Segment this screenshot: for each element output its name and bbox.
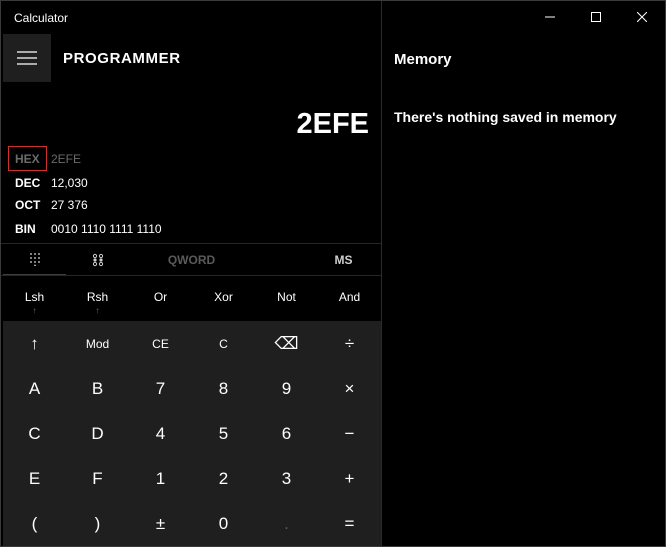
- key-f[interactable]: F: [66, 456, 129, 501]
- key-b[interactable]: B: [66, 366, 129, 411]
- pane-divider: [381, 1, 382, 546]
- bitop-label: Or: [153, 290, 168, 304]
- close-button[interactable]: [619, 1, 665, 33]
- clear-button[interactable]: C: [192, 321, 255, 366]
- key-c[interactable]: C: [3, 411, 66, 456]
- radix-bin[interactable]: BIN 0010 1110 1111 1110: [15, 219, 162, 239]
- key-d[interactable]: D: [66, 411, 129, 456]
- memory-empty-message: There's nothing saved in memory: [394, 109, 617, 125]
- app-title: Calculator: [14, 11, 69, 25]
- xor-button[interactable]: Xor: [192, 282, 255, 320]
- key-a[interactable]: A: [3, 366, 66, 411]
- keypad: ↑ Mod CE C ⌫ ÷ A B 7 8 9 × C D 4 5 6 − E…: [3, 321, 381, 546]
- key-3[interactable]: 3: [255, 456, 318, 501]
- backspace-button[interactable]: ⌫: [255, 321, 318, 366]
- mode-title: PROGRAMMER: [63, 50, 181, 67]
- key-1[interactable]: 1: [129, 456, 192, 501]
- and-button[interactable]: And: [318, 282, 381, 320]
- keypad-dots-icon: [29, 253, 40, 266]
- key-9[interactable]: 9: [255, 366, 318, 411]
- radix-value: 27 376: [51, 198, 88, 212]
- radix-label: DEC: [15, 176, 41, 190]
- key-7[interactable]: 7: [129, 366, 192, 411]
- lsh-button[interactable]: Lsh ↑: [3, 282, 66, 320]
- close-paren-button[interactable]: ): [66, 501, 129, 546]
- hamburger-icon: [17, 51, 37, 65]
- title-bar: Calculator: [1, 1, 665, 33]
- open-paren-button[interactable]: (: [3, 501, 66, 546]
- minimize-icon: [545, 16, 555, 18]
- result-display: 2EFE: [296, 108, 369, 140]
- memory-store-button[interactable]: MS: [306, 244, 381, 276]
- navigation-menu-button[interactable]: [3, 34, 51, 82]
- key-4[interactable]: 4: [129, 411, 192, 456]
- equals-button[interactable]: =: [318, 501, 381, 546]
- clear-entry-button[interactable]: CE: [129, 321, 192, 366]
- calculator-pane: PROGRAMMER 2EFE HEX 2EFE DEC 12,030 OCT …: [1, 33, 381, 546]
- radix-value: 12,030: [51, 176, 88, 190]
- shift-up-icon: ↑: [95, 306, 100, 315]
- maximize-icon: [591, 12, 601, 22]
- key-2[interactable]: 2: [192, 456, 255, 501]
- radix-oct[interactable]: OCT 27 376: [15, 195, 88, 215]
- key-5[interactable]: 5: [192, 411, 255, 456]
- memory-title: Memory: [394, 51, 452, 68]
- maximize-button[interactable]: [573, 1, 619, 33]
- radix-dec[interactable]: DEC 12,030: [15, 173, 88, 193]
- bitwise-operators: Lsh ↑ Rsh ↑ Or Xor Not And: [3, 282, 381, 320]
- radix-hex[interactable]: HEX 2EFE: [15, 149, 81, 169]
- multiply-button[interactable]: ×: [318, 366, 381, 411]
- bitop-label: And: [338, 290, 361, 304]
- toolbar-divider: [1, 275, 381, 276]
- bit-toggling-tab[interactable]: [66, 244, 129, 276]
- bitop-label: Lsh: [24, 290, 45, 304]
- radix-label: OCT: [15, 198, 41, 212]
- divide-button[interactable]: ÷: [318, 321, 381, 366]
- full-keypad-tab[interactable]: [3, 244, 66, 276]
- or-button[interactable]: Or: [129, 282, 192, 320]
- shift-up-icon: ↑: [32, 306, 37, 315]
- key-e[interactable]: E: [3, 456, 66, 501]
- bit-toggle-icon: [92, 253, 103, 267]
- not-button[interactable]: Not: [255, 282, 318, 320]
- radix-value: 0010 1110 1111 1110: [51, 222, 162, 236]
- bitop-label: Xor: [214, 290, 233, 304]
- key-8[interactable]: 8: [192, 366, 255, 411]
- add-button[interactable]: +: [318, 456, 381, 501]
- negate-button[interactable]: ±: [129, 501, 192, 546]
- word-size-button[interactable]: QWORD: [129, 244, 254, 276]
- radix-label: BIN: [15, 222, 36, 236]
- key-0[interactable]: 0: [192, 501, 255, 546]
- rsh-button[interactable]: Rsh ↑: [66, 282, 129, 320]
- close-icon: [637, 12, 647, 22]
- mod-button[interactable]: Mod: [66, 321, 129, 366]
- decimal-button[interactable]: .: [255, 501, 318, 546]
- bitop-label: Not: [277, 290, 296, 304]
- shift-button[interactable]: ↑: [3, 321, 66, 366]
- bitop-label: Rsh: [86, 290, 109, 304]
- subtract-button[interactable]: −: [318, 411, 381, 456]
- minimize-button[interactable]: [527, 1, 573, 33]
- calculator-window: Calculator PROGRAMMER 2EFE HEX 2EFE DEC: [0, 0, 666, 547]
- key-6[interactable]: 6: [255, 411, 318, 456]
- radix-value: 2EFE: [51, 152, 82, 166]
- radix-label: HEX: [15, 152, 40, 166]
